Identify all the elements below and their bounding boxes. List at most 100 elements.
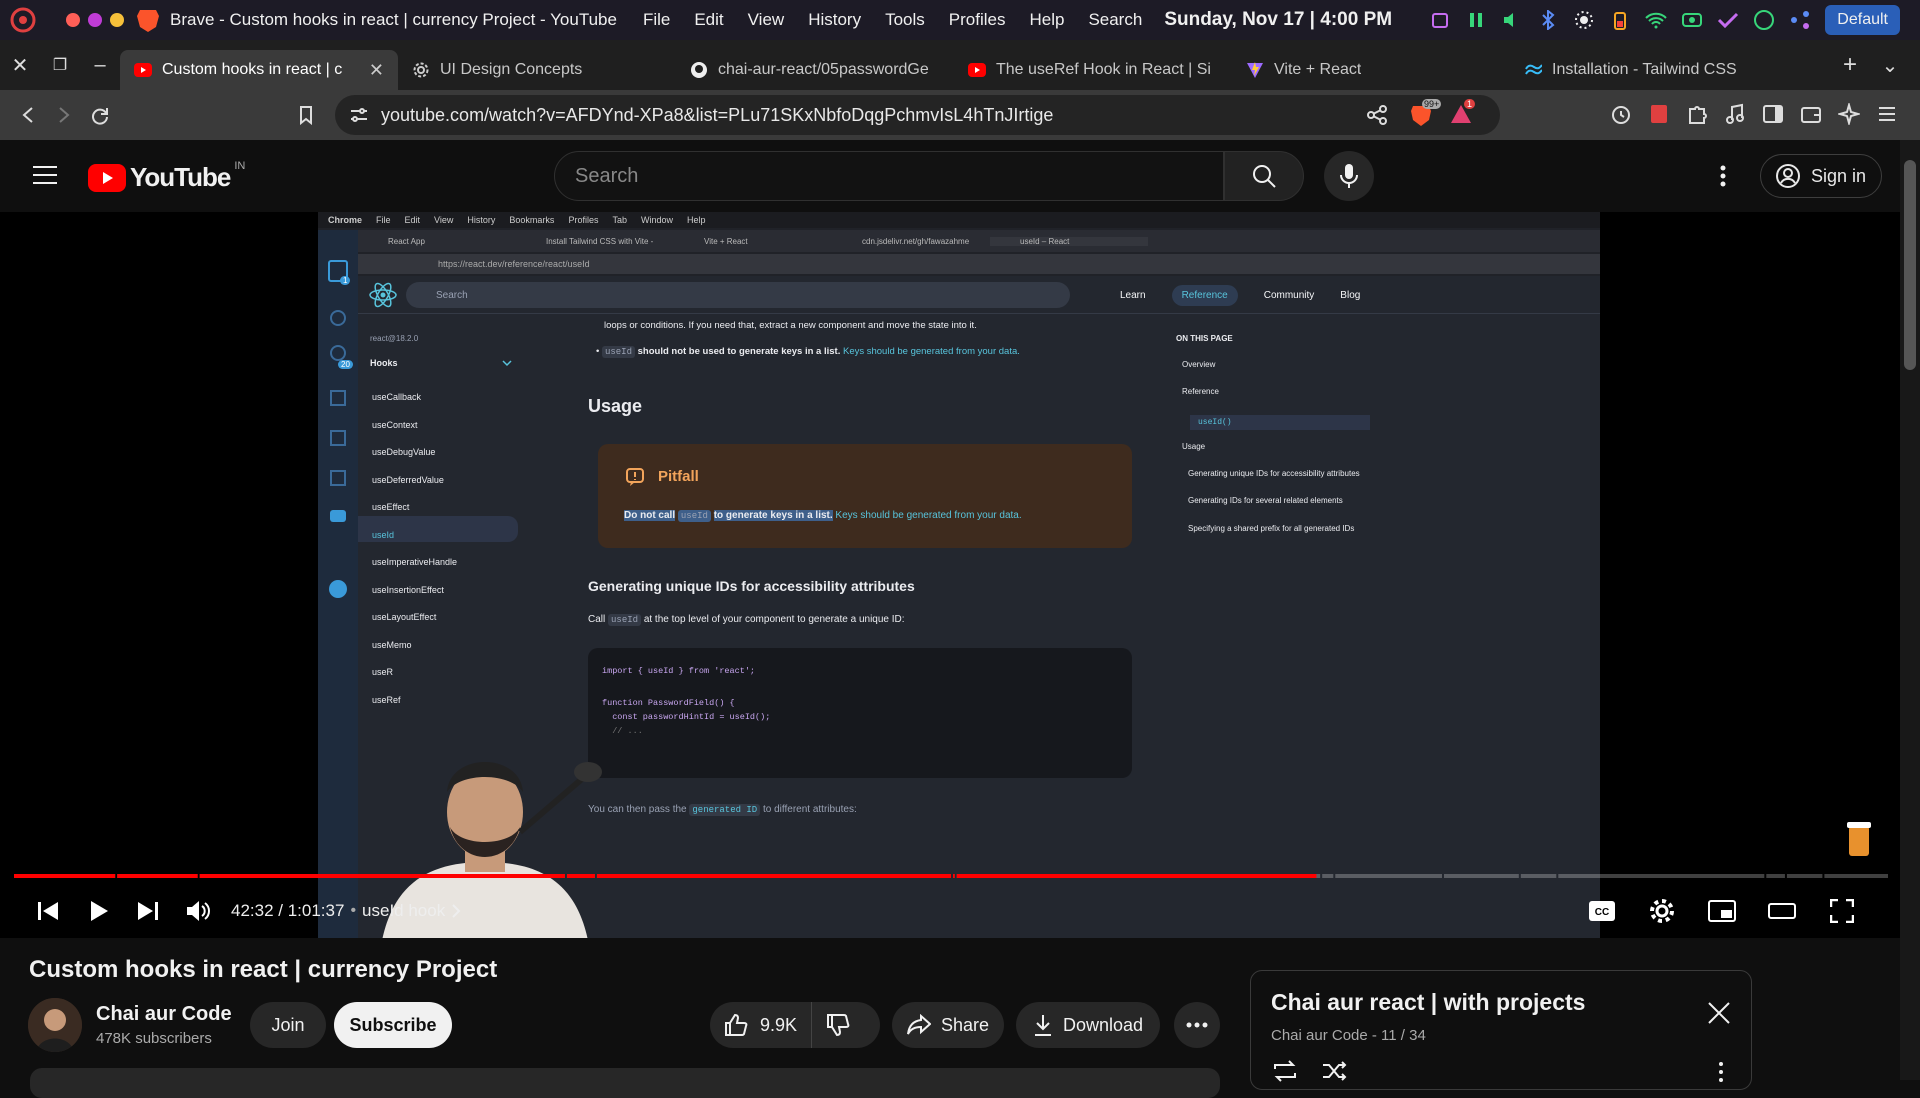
progress-track[interactable]: [14, 874, 1888, 878]
mute-button[interactable]: [173, 886, 223, 936]
network-monitor-icon[interactable]: [1681, 9, 1703, 31]
next-button[interactable]: [123, 886, 173, 936]
minimize-icon[interactable]: –: [80, 40, 120, 90]
battery-icon[interactable]: [1609, 9, 1631, 31]
url-text[interactable]: youtube.com/watch?v=AFDYnd-XPa8&list=PLu…: [381, 105, 1053, 126]
tab-search-chevron-icon[interactable]: ⌄: [1870, 40, 1910, 90]
share-dots-icon[interactable]: [1789, 9, 1811, 31]
bookmark-icon[interactable]: [288, 97, 324, 133]
play-button[interactable]: [73, 886, 123, 936]
share-icon[interactable]: [1367, 105, 1387, 125]
leo-ai-icon[interactable]: [1838, 103, 1860, 125]
checkmark-icon[interactable]: [1717, 9, 1739, 31]
shuffle-icon[interactable]: [1321, 1059, 1349, 1083]
brave-shields-icon[interactable]: 99+: [1410, 99, 1442, 127]
chapter-segment[interactable]: [1786, 874, 1823, 878]
address-bar[interactable]: youtube.com/watch?v=AFDYnd-XPa8&list=PLu…: [335, 95, 1500, 135]
menu-edit[interactable]: Edit: [694, 10, 723, 30]
menu-help[interactable]: Help: [1029, 10, 1064, 30]
gear-icon: [412, 61, 430, 79]
minimize-window-button[interactable]: [88, 13, 102, 27]
channel-name[interactable]: Chai aur Code: [96, 1003, 232, 1026]
join-button[interactable]: Join: [250, 1002, 326, 1048]
profile-chip[interactable]: Default: [1825, 5, 1900, 35]
previous-button[interactable]: [23, 886, 73, 936]
menu-history[interactable]: History: [808, 10, 861, 30]
alarm-icon[interactable]: [1610, 103, 1632, 125]
fullscreen-button[interactable]: [1817, 886, 1867, 936]
progress-bar[interactable]: [14, 874, 1888, 878]
chapter-segment[interactable]: [1520, 874, 1557, 878]
loop-icon[interactable]: [1271, 1059, 1299, 1083]
chapter-segment[interactable]: [1766, 874, 1785, 878]
sign-in-button[interactable]: Sign in: [1760, 154, 1882, 198]
site-settings-icon[interactable]: [349, 106, 369, 124]
browser-tab[interactable]: The useRef Hook in React | Si: [954, 50, 1232, 90]
menu-icon[interactable]: [1876, 103, 1898, 125]
brightness-icon[interactable]: [1573, 9, 1595, 31]
volume-icon[interactable]: [1501, 9, 1523, 31]
new-tab-button[interactable]: +: [1830, 40, 1870, 90]
back-button[interactable]: [10, 97, 46, 133]
chapter-segment[interactable]: [1443, 874, 1519, 878]
close-window-button[interactable]: [66, 13, 80, 27]
played-segment: [14, 874, 116, 878]
browser-tab[interactable]: chai-aur-react/05passwordGe: [676, 50, 954, 90]
os-logo-icon[interactable]: [10, 7, 36, 33]
subscribe-button[interactable]: Subscribe: [334, 1002, 452, 1048]
share-button[interactable]: Share: [892, 1002, 1004, 1048]
sidebar-icon[interactable]: [1762, 103, 1784, 125]
chapter-button[interactable]: useId hook: [362, 901, 461, 921]
download-button[interactable]: Download: [1016, 1002, 1160, 1048]
video-player[interactable]: Chrome File Edit View History Bookmarks Profil…: [0, 212, 1900, 938]
menu-file[interactable]: File: [643, 10, 670, 30]
wifi-icon[interactable]: [1645, 9, 1668, 31]
menu-profiles[interactable]: Profiles: [949, 10, 1006, 30]
miniplayer-button[interactable]: [1697, 886, 1747, 936]
bluetooth-icon[interactable]: [1537, 9, 1559, 31]
description-box[interactable]: [30, 1068, 1220, 1098]
pause-icon[interactable]: [1465, 9, 1487, 31]
theater-mode-button[interactable]: [1757, 886, 1807, 936]
more-options-icon[interactable]: [1718, 164, 1728, 188]
like-button[interactable]: 9.9K: [710, 1002, 813, 1048]
brave-rewards-icon[interactable]: 1: [1450, 99, 1476, 127]
chapter-segment[interactable]: [1824, 874, 1888, 878]
menu-search[interactable]: Search: [1088, 10, 1142, 30]
search-input[interactable]: Search: [554, 151, 1224, 201]
browser-tab[interactable]: Vite + React: [1232, 50, 1510, 90]
chapter-segment[interactable]: [1558, 874, 1765, 878]
music-icon[interactable]: [1724, 103, 1746, 125]
hamburger-menu-icon[interactable]: [32, 164, 58, 186]
settings-button[interactable]: [1637, 886, 1687, 936]
scrollbar-thumb[interactable]: [1904, 160, 1916, 370]
more-actions-button[interactable]: [1174, 1002, 1220, 1048]
page-scrollbar[interactable]: [1900, 140, 1920, 1080]
channel-avatar[interactable]: [28, 998, 82, 1052]
forward-button[interactable]: [46, 97, 82, 133]
dislike-button[interactable]: [812, 1002, 850, 1048]
playlist-title[interactable]: Chai aur react | with projects: [1271, 989, 1585, 1016]
restore-window-icon[interactable]: ❐: [40, 40, 80, 90]
browser-tab[interactable]: Installation - Tailwind CSS: [1510, 50, 1788, 90]
close-tab-icon[interactable]: ✕: [369, 60, 384, 81]
chapter-segment[interactable]: [1335, 874, 1442, 878]
puzzle-icon[interactable]: [1686, 103, 1708, 125]
youtube-logo[interactable]: YouTube IN: [88, 160, 245, 193]
menu-view[interactable]: View: [748, 10, 785, 30]
zoom-window-button[interactable]: [110, 13, 124, 27]
menu-tools[interactable]: Tools: [885, 10, 925, 30]
subtitles-button[interactable]: CC: [1577, 886, 1627, 936]
browser-tab[interactable]: UI Design Concepts: [398, 50, 676, 90]
extension-red-icon[interactable]: [1648, 103, 1670, 125]
chapter-segment[interactable]: [1322, 874, 1334, 878]
browser-tab[interactable]: Custom hooks in react | c ✕: [120, 50, 398, 90]
close-tab-strip-icon[interactable]: ✕: [0, 40, 40, 90]
search-button[interactable]: [1224, 151, 1304, 201]
user-circle-icon[interactable]: [1753, 9, 1775, 31]
close-playlist-icon[interactable]: [1707, 1001, 1731, 1025]
wallet-icon[interactable]: [1800, 103, 1822, 125]
calendar-icon[interactable]: [1429, 9, 1451, 31]
reload-button[interactable]: [82, 97, 118, 133]
voice-search-button[interactable]: [1324, 151, 1374, 201]
